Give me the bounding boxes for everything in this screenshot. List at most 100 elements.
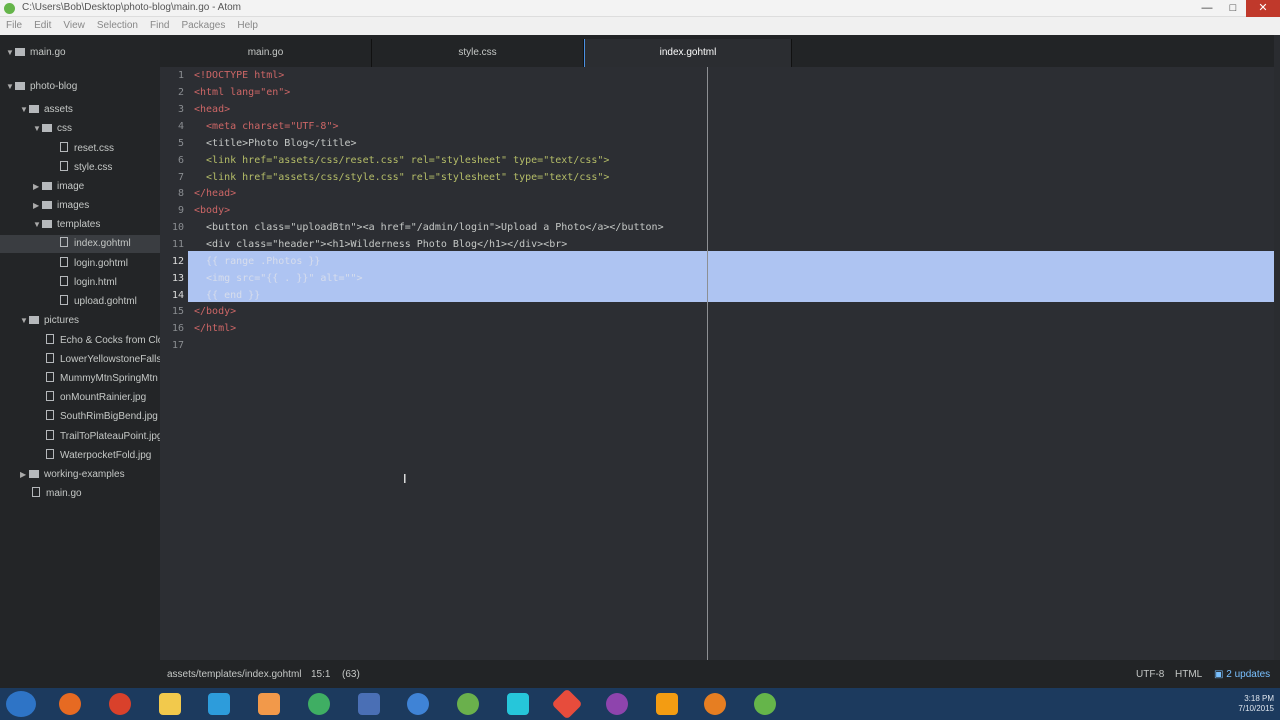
status-updates[interactable]: ▣ 2 updates — [1214, 669, 1270, 680]
updates-icon: ▣ — [1214, 669, 1224, 680]
menu-view[interactable]: View — [63, 17, 85, 35]
code-line: <meta charset="UTF-8"> — [194, 121, 339, 132]
line-number: 2 — [177, 87, 184, 98]
tree-item[interactable]: upload.gohtml — [0, 293, 160, 311]
tree-item[interactable]: ▼ photo-blog — [0, 78, 160, 96]
line-number: 14 — [171, 290, 184, 301]
tab-index-gohtml[interactable]: index.gohtml — [584, 39, 792, 67]
status-encoding[interactable]: UTF-8 — [1136, 669, 1164, 680]
tree-item[interactable]: style.css — [0, 159, 160, 177]
minimize-icon[interactable]: — — [1194, 0, 1220, 17]
code-line: <head> — [194, 104, 231, 115]
image-file-icon — [46, 372, 54, 382]
menu-help[interactable]: Help — [237, 17, 258, 35]
line-number: 12 — [171, 256, 184, 267]
start-button-icon[interactable] — [6, 691, 36, 717]
chevron-down-icon: ▼ — [20, 316, 28, 325]
tab-bar: main.go style.css index.gohtml — [160, 35, 1280, 67]
menu-packages[interactable]: Packages — [181, 17, 225, 35]
maximize-icon[interactable]: □ — [1220, 0, 1246, 17]
folder-icon — [29, 470, 39, 478]
tree-item[interactable]: ▶ working-examples — [0, 466, 160, 484]
tree-item[interactable]: reset.css — [0, 140, 160, 158]
status-cursor-position[interactable]: 15:1 — [311, 669, 330, 680]
app-icon[interactable] — [308, 693, 330, 715]
line-number: 9 — [177, 205, 184, 216]
open-files-item[interactable]: ▼ main.go — [0, 44, 160, 62]
tab-style-css[interactable]: style.css — [372, 39, 584, 67]
line-number: 13 — [171, 273, 184, 284]
app-icon[interactable] — [507, 693, 529, 715]
tree-item[interactable]: onMountRainier.jpg — [0, 389, 160, 407]
vertical-scrollbar[interactable] — [1274, 35, 1280, 660]
tree-item[interactable]: ▶ image — [0, 178, 160, 196]
vlc-icon[interactable] — [656, 693, 678, 715]
firefox-icon[interactable] — [59, 693, 81, 715]
image-file-icon — [46, 391, 54, 401]
menu-find[interactable]: Find — [150, 17, 169, 35]
tree-item[interactable]: login.gohtml — [0, 255, 160, 273]
tree-item[interactable]: SouthRimBigBend.jpg — [0, 408, 160, 426]
tree-item-selected[interactable]: index.gohtml — [0, 235, 160, 253]
tree-item[interactable]: ▼ css — [0, 120, 160, 138]
line-number: 8 — [177, 188, 184, 199]
file-icon — [32, 487, 40, 497]
system-clock[interactable]: 3:18 PM 7/10/2015 — [1238, 694, 1274, 714]
tree-item[interactable]: LowerYellowstoneFalls. — [0, 351, 160, 369]
tab-main-go[interactable]: main.go — [160, 39, 372, 67]
code-line: </body> — [194, 306, 237, 317]
app-icon[interactable] — [358, 693, 380, 715]
menu-edit[interactable]: Edit — [34, 17, 51, 35]
chevron-right-icon: ▶ — [33, 201, 40, 210]
code-line: <button class="uploadBtn"><a href="/admi… — [194, 222, 664, 233]
folder-icon — [42, 182, 52, 190]
menu-selection[interactable]: Selection — [97, 17, 138, 35]
file-icon — [60, 142, 68, 152]
tree-item[interactable]: TrailToPlateauPoint.jpg — [0, 428, 160, 446]
tree-item[interactable]: WaterpocketFold.jpg — [0, 447, 160, 465]
tree-item[interactable]: ▼ assets — [0, 101, 160, 119]
status-bar: assets/templates/index.gohtml 15:1 (63) … — [0, 660, 1280, 688]
wrap-guide — [707, 67, 708, 660]
chevron-right-icon: ▶ — [33, 182, 40, 191]
tree-item[interactable]: Echo & Cocks from Clou — [0, 332, 160, 350]
tree-item[interactable]: MummyMtnSpringMtn — [0, 370, 160, 388]
tree-item[interactable]: ▼ templates — [0, 216, 160, 234]
code-line: <!DOCTYPE html> — [194, 70, 285, 81]
code-line-selected: {{ end }} — [194, 290, 261, 301]
app-icon[interactable] — [407, 693, 429, 715]
file-icon — [60, 276, 68, 286]
code-line: <div class="header"><h1>Wilderness Photo… — [194, 239, 568, 250]
tree-item[interactable]: ▶ images — [0, 197, 160, 215]
status-file-path[interactable]: assets/templates/index.gohtml — [167, 669, 302, 680]
folder-icon — [29, 105, 39, 113]
media-player-icon[interactable] — [704, 693, 726, 715]
folder-icon — [42, 201, 52, 209]
code-line: <link href="assets/css/style.css" rel="s… — [194, 172, 610, 183]
file-explorer-icon[interactable] — [159, 693, 181, 715]
git-icon[interactable] — [551, 688, 583, 720]
webstorm-icon[interactable] — [208, 693, 230, 715]
code-line: <html lang="en"> — [194, 87, 291, 98]
atom-taskbar-icon[interactable] — [754, 693, 776, 715]
status-grammar[interactable]: HTML — [1175, 669, 1202, 680]
chrome-icon[interactable] — [109, 693, 131, 715]
tree-item[interactable]: ▼ pictures — [0, 312, 160, 330]
image-file-icon — [46, 449, 54, 459]
file-icon — [60, 161, 68, 171]
image-file-icon — [46, 410, 54, 420]
tree-item[interactable]: login.html — [0, 274, 160, 292]
app-icon[interactable] — [606, 693, 628, 715]
line-number: 11 — [171, 239, 184, 250]
line-number: 17 — [171, 340, 184, 351]
tree-item[interactable]: main.go — [0, 485, 160, 503]
app-icon[interactable] — [258, 693, 280, 715]
chevron-down-icon: ▼ — [20, 105, 28, 114]
app-icon[interactable] — [457, 693, 479, 715]
line-number: 16 — [171, 323, 184, 334]
text-cursor-icon: I — [403, 471, 407, 486]
menu-file[interactable]: File — [6, 17, 22, 35]
folder-icon — [42, 220, 52, 228]
close-icon[interactable]: ✕ — [1246, 0, 1280, 17]
code-editor[interactable]: 1 2 3 4 5 6 7 8 9 10 11 12 13 14 15 16 1… — [160, 67, 1274, 660]
